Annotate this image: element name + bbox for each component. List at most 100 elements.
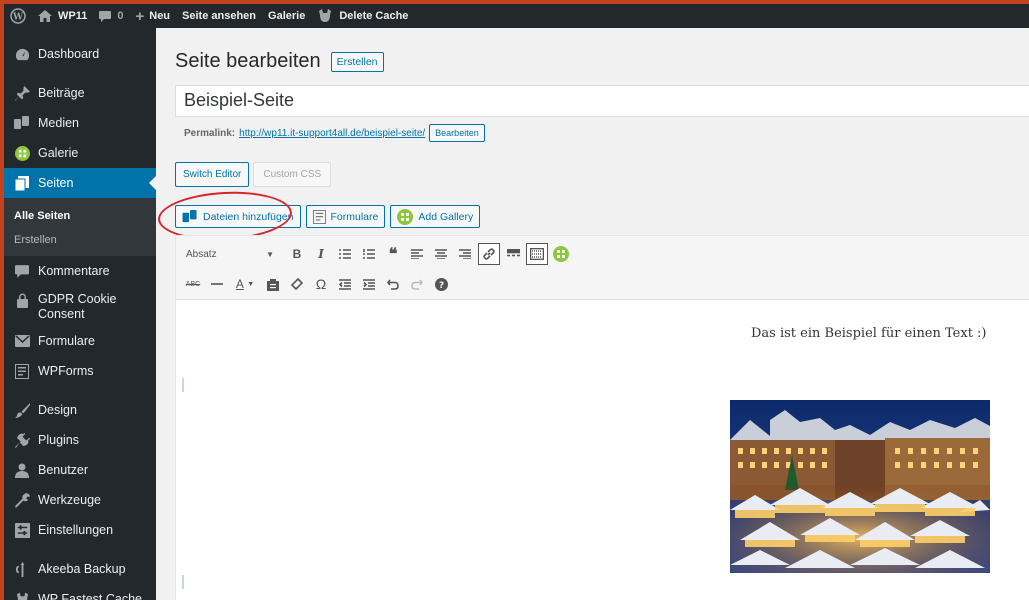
- sidebar-item-formulare[interactable]: Formulare: [4, 326, 156, 356]
- add-media-label: Dateien hinzufügen: [203, 210, 294, 223]
- undo-icon[interactable]: [382, 273, 404, 295]
- wordpress-logo-icon[interactable]: W: [4, 4, 32, 28]
- paste-text-icon[interactable]: [262, 273, 284, 295]
- italic-icon[interactable]: I: [310, 243, 332, 265]
- bold-icon[interactable]: B: [286, 243, 308, 265]
- dashboard-icon: [14, 46, 30, 62]
- media-icon: [182, 209, 198, 224]
- submenu-all-pages[interactable]: Alle Seiten: [4, 204, 156, 228]
- text-color-icon[interactable]: A ▼: [230, 273, 260, 295]
- text-cursor-marker: [182, 378, 184, 392]
- lock-icon: [14, 292, 30, 308]
- sidebar-item-dashboard[interactable]: Dashboard: [4, 39, 156, 69]
- outdent-icon[interactable]: [334, 273, 356, 295]
- bullet-list-icon[interactable]: [334, 243, 356, 265]
- special-character-icon[interactable]: Ω: [310, 273, 332, 295]
- sidebar-item-gdpr[interactable]: GDPR Cookie Consent: [4, 286, 156, 326]
- sidebar-item-plugins[interactable]: Plugins: [4, 425, 156, 455]
- new-content-link[interactable]: + Neu: [129, 4, 176, 28]
- main-content: Seite bearbeiten Erstellen Beispiel-Seit…: [156, 28, 1029, 600]
- switch-editor-button[interactable]: Switch Editor: [175, 162, 250, 187]
- sidebar-item-label: GDPR Cookie Consent: [38, 292, 117, 321]
- wrench-icon: [14, 492, 30, 508]
- horizontal-line-icon[interactable]: [206, 273, 228, 295]
- indent-icon[interactable]: [358, 273, 380, 295]
- sidebar-item-akeeba[interactable]: Akeeba Backup: [4, 554, 156, 584]
- strikethrough-icon[interactable]: ABC: [182, 273, 204, 295]
- comment-icon: [14, 263, 30, 279]
- sidebar-item-seiten[interactable]: Seiten: [4, 168, 156, 198]
- cache-icon: [14, 591, 30, 600]
- content-editor: Absatz ▼ B I ❝ ABC A ▼ Ω ? Das ist ein B…: [175, 235, 1029, 600]
- gallery-icon: [397, 208, 414, 225]
- align-center-icon[interactable]: [430, 243, 452, 265]
- plus-icon: +: [135, 7, 145, 25]
- comments-link[interactable]: 0: [93, 4, 129, 28]
- sidebar-item-galerie[interactable]: Galerie: [4, 138, 156, 168]
- link-icon[interactable]: [478, 243, 500, 265]
- sidebar-item-label: Akeeba Backup: [38, 562, 126, 576]
- format-select[interactable]: Absatz ▼: [182, 243, 280, 265]
- numbered-list-icon[interactable]: [358, 243, 380, 265]
- add-media-button[interactable]: Dateien hinzufügen: [175, 205, 301, 228]
- sidebar-item-kommentare[interactable]: Kommentare: [4, 256, 156, 286]
- svg-text:?: ?: [438, 281, 443, 291]
- gallery-icon: [14, 145, 30, 161]
- clear-formatting-icon[interactable]: [286, 273, 308, 295]
- mail-icon: [14, 333, 30, 349]
- gallery-icon[interactable]: [550, 243, 572, 265]
- comment-icon: [99, 10, 112, 22]
- sidebar-item-label: Plugins: [38, 433, 79, 447]
- svg-text:W: W: [12, 13, 24, 23]
- delete-cache-link[interactable]: Delete Cache: [311, 4, 414, 28]
- page-title: Seite bearbeiten: [175, 50, 321, 72]
- editor-content[interactable]: Das ist ein Beispiel für einen Text :): [176, 300, 1029, 600]
- submenu-create[interactable]: Erstellen: [4, 228, 156, 252]
- sidebar-item-label: Kommentare: [38, 264, 110, 278]
- sidebar-item-label: Dashboard: [38, 47, 100, 61]
- sidebar-item-medien[interactable]: Medien: [4, 108, 156, 138]
- read-more-icon[interactable]: [502, 243, 524, 265]
- align-right-icon[interactable]: [454, 243, 476, 265]
- form-icon: [312, 209, 326, 224]
- text-cursor-marker: [182, 575, 184, 589]
- sidebar-item-fastest-cache[interactable]: WP Fastest Cache: [4, 584, 156, 600]
- sidebar-item-label: Werkzeuge: [38, 493, 101, 507]
- sidebar-item-label: WPForms: [38, 364, 94, 378]
- sidebar-item-label: Galerie: [38, 146, 79, 160]
- sidebar-item-label: Medien: [38, 116, 79, 130]
- sidebar-item-einstellungen[interactable]: Einstellungen: [4, 515, 156, 545]
- pages-icon: [14, 175, 30, 191]
- title-input[interactable]: Beispiel-Seite: [175, 85, 1029, 117]
- add-gallery-button[interactable]: Add Gallery: [390, 205, 481, 228]
- blockquote-icon[interactable]: ❝: [382, 243, 404, 265]
- create-button[interactable]: Erstellen: [330, 51, 384, 72]
- sidebar-item-label: WP Fastest Cache: [38, 592, 142, 600]
- custom-css-button[interactable]: Custom CSS: [253, 162, 332, 187]
- chevron-down-icon: ▼: [266, 249, 274, 259]
- redo-icon[interactable]: [406, 273, 428, 295]
- media-buttons: Dateien hinzufügen Formulare Add Gallery: [175, 205, 485, 228]
- view-page-link[interactable]: Seite ansehen: [176, 4, 262, 28]
- gallery-link[interactable]: Galerie: [262, 4, 311, 28]
- user-icon: [14, 462, 30, 478]
- forms-label: Formulare: [330, 210, 379, 223]
- permalink-edit-button[interactable]: Bearbeiten: [429, 124, 485, 142]
- sidebar-item-design[interactable]: Design: [4, 395, 156, 425]
- help-icon[interactable]: ?: [430, 273, 452, 295]
- new-label: Neu: [149, 10, 171, 22]
- christmas-market-image[interactable]: [730, 400, 990, 573]
- sidebar-item-benutzer[interactable]: Benutzer: [4, 455, 156, 485]
- backup-icon: [14, 561, 30, 577]
- home-icon: [38, 10, 52, 22]
- toolbar-toggle-icon[interactable]: [526, 243, 548, 265]
- sidebar-item-beitraege[interactable]: Beiträge: [4, 78, 156, 108]
- forms-button[interactable]: Formulare: [305, 205, 386, 228]
- sidebar-item-werkzeuge[interactable]: Werkzeuge: [4, 485, 156, 515]
- sidebar-item-wpforms[interactable]: WPForms: [4, 356, 156, 386]
- align-left-icon[interactable]: [406, 243, 428, 265]
- permalink-url[interactable]: http://wp11.it-support4all.de/beispiel-s…: [239, 128, 425, 139]
- permalink-label: Permalink:: [184, 127, 236, 139]
- sidebar-item-label: Design: [38, 403, 77, 417]
- site-home-link[interactable]: WP11: [32, 4, 93, 28]
